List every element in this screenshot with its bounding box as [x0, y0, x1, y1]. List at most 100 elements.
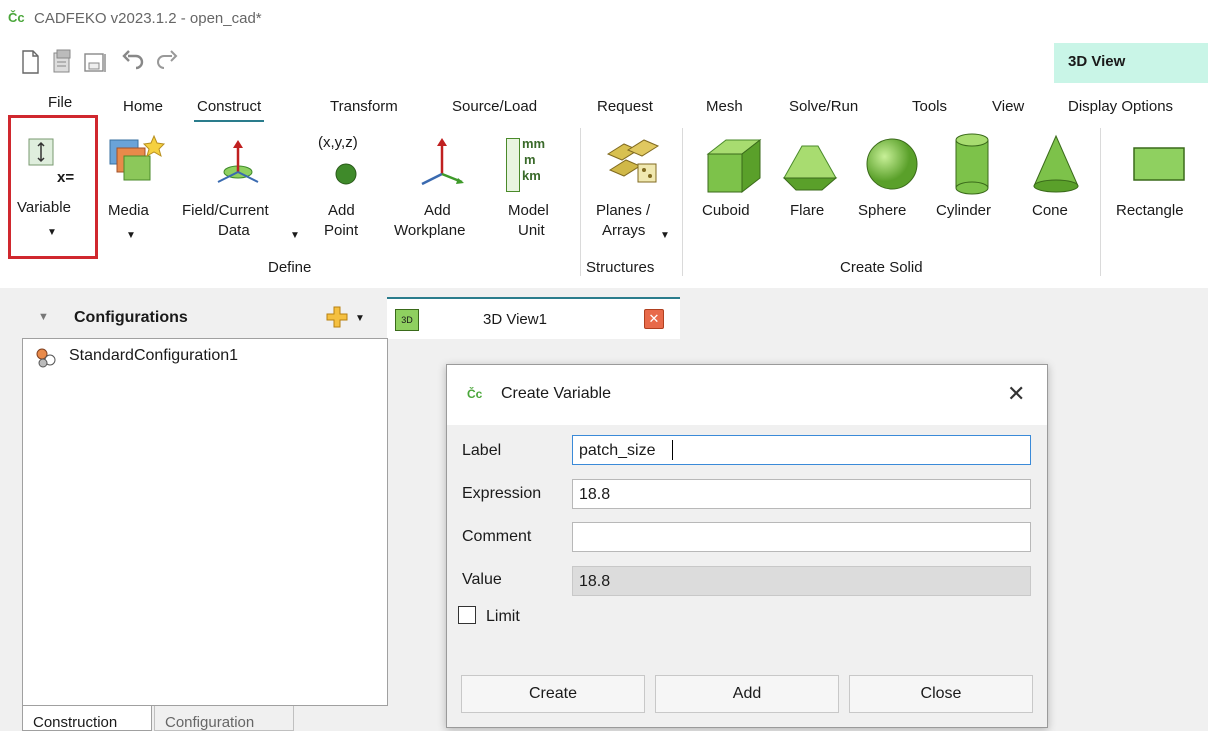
tab-file[interactable]: File — [48, 94, 72, 111]
add-point-xyz-text: (x,y,z) — [318, 134, 358, 151]
add-point-label-1: Add — [328, 202, 355, 219]
media-dropdown-arrow-icon[interactable]: ▼ — [126, 230, 136, 241]
cylinder-label: Cylinder — [936, 202, 992, 219]
tab-solve-run[interactable]: Solve/Run — [789, 98, 858, 115]
cylinder-button[interactable]: Cylinder — [932, 130, 1012, 230]
field-current-label-2: Data — [218, 222, 250, 239]
undo-icon[interactable] — [120, 48, 148, 76]
add-config-dropdown-icon[interactable]: ▼ — [355, 313, 365, 324]
field-current-data-button[interactable]: Field/Current Data ▼ — [178, 130, 302, 250]
model-unit-label-2: Unit — [518, 222, 545, 239]
add-configuration-icon[interactable] — [326, 306, 348, 328]
comment-input[interactable] — [572, 522, 1031, 552]
configuration-icon — [36, 348, 56, 368]
variable-dropdown-arrow-icon[interactable]: ▼ — [47, 227, 57, 238]
field-current-dropdown-arrow-icon[interactable]: ▼ — [290, 230, 300, 241]
value-readonly-field: 18.8 — [572, 566, 1031, 596]
variable-icon — [28, 138, 54, 166]
new-file-icon[interactable] — [16, 48, 44, 76]
rectangle-label: Rectangle — [1116, 202, 1184, 219]
variable-x-glyph: x= — [57, 169, 75, 186]
tab-source-load[interactable]: Source/Load — [452, 98, 537, 115]
cylinder-icon — [955, 133, 989, 195]
unit-mm-text: mm — [522, 136, 546, 151]
cone-label: Cone — [1032, 202, 1068, 219]
ribbon-separator — [580, 128, 581, 276]
tab-construction[interactable]: Construction — [22, 706, 152, 731]
flare-label: Flare — [790, 202, 825, 219]
tab-transform[interactable]: Transform — [330, 98, 398, 115]
tree-item-standardconfiguration1[interactable]: StandardConfiguration1 — [69, 347, 238, 365]
redo-icon[interactable] — [152, 48, 180, 76]
text-cursor — [672, 440, 673, 460]
planes-arrays-icon — [606, 139, 660, 183]
rectangle-button[interactable]: Rectangle — [1114, 130, 1208, 230]
expression-input[interactable]: 18.8 — [572, 479, 1031, 509]
window-title: CADFEKO v2023.1.2 - open_cad* — [34, 10, 262, 27]
unit-m-text: m — [524, 152, 536, 167]
planes-arrays-button[interactable]: Planes / Arrays ▼ — [592, 130, 672, 250]
app-logo-icon: Čc — [8, 10, 25, 25]
tab-tools[interactable]: Tools — [912, 98, 947, 115]
add-workplane-label-1: Add — [424, 202, 451, 219]
cuboid-icon — [706, 138, 762, 194]
configurations-tree: StandardConfiguration1 — [22, 338, 388, 706]
cone-button[interactable]: Cone — [1024, 130, 1090, 230]
save-icon[interactable] — [80, 48, 108, 76]
comment-field-label: Comment — [462, 528, 532, 545]
field-current-icon — [217, 140, 259, 183]
flare-button[interactable]: Flare — [776, 130, 844, 230]
add-point-label-2: Point — [324, 222, 359, 239]
point-icon — [335, 163, 357, 185]
expression-field-label: Expression — [462, 485, 542, 502]
dialog-titlebar: Čc Create Variable ✕ — [447, 365, 1047, 425]
sphere-button[interactable]: Sphere — [854, 130, 928, 230]
group-label-define: Define — [268, 259, 312, 276]
media-button[interactable]: Media ▼ — [104, 130, 168, 250]
cuboid-label: Cuboid — [702, 202, 750, 219]
ruler-icon — [506, 138, 520, 192]
close-button[interactable]: Close — [849, 675, 1033, 713]
tab-home[interactable]: Home — [123, 98, 163, 115]
model-unit-button[interactable]: mm m km Model Unit — [500, 130, 570, 250]
tab-mesh[interactable]: Mesh — [706, 98, 743, 115]
dialog-close-icon[interactable]: ✕ — [1007, 381, 1025, 407]
cuboid-button[interactable]: Cuboid — [696, 130, 772, 230]
flare-icon — [782, 145, 838, 191]
dialog-logo-icon: Čc — [467, 387, 483, 401]
tab-construction-label: Construction — [33, 714, 118, 731]
tab-view[interactable]: View — [992, 98, 1024, 115]
workplane-axes-icon — [421, 138, 464, 186]
close-tab-icon[interactable]: ✕ — [644, 309, 664, 329]
limit-checkbox[interactable] — [458, 606, 476, 624]
label-input[interactable]: patch_size — [572, 435, 1031, 465]
tab-3d-view1[interactable]: 3D 3D View1 ✕ — [387, 297, 680, 339]
media-label: Media — [108, 202, 149, 219]
label-field-label: Label — [462, 442, 502, 459]
tab-construct[interactable]: Construct — [194, 98, 265, 122]
contextual-tab-3d-view[interactable]: 3D View — [1054, 43, 1208, 83]
add-button[interactable]: Add — [655, 675, 839, 713]
media-icon — [109, 134, 166, 181]
add-workplane-button[interactable]: Add Workplane — [392, 130, 492, 250]
tab-configuration[interactable]: Configuration — [154, 706, 294, 731]
rectangle-icon — [1133, 147, 1185, 181]
planes-label-2: Arrays — [602, 222, 646, 239]
planes-dropdown-arrow-icon[interactable]: ▼ — [660, 230, 670, 241]
add-workplane-label-2: Workplane — [394, 222, 466, 239]
3d-view-icon: 3D — [395, 309, 419, 331]
create-button[interactable]: Create — [461, 675, 645, 713]
collapse-arrow-icon[interactable]: ▼ — [38, 311, 49, 323]
open-file-icon[interactable] — [48, 48, 76, 76]
quick-access-toolbar — [0, 36, 1208, 88]
tab-request[interactable]: Request — [597, 98, 653, 115]
add-point-button[interactable]: (x,y,z) Add Point — [314, 130, 382, 250]
planes-label-1: Planes / — [596, 202, 651, 219]
limit-label: Limit — [486, 608, 520, 625]
3d-view-tab-label: 3D View1 — [483, 311, 547, 328]
tab-display-options[interactable]: Display Options — [1068, 98, 1173, 115]
group-label-create-solid: Create Solid — [840, 259, 923, 276]
tab-configuration-label: Configuration — [165, 714, 255, 731]
variable-label: Variable — [17, 199, 71, 216]
variable-button[interactable]: x= Variable ▼ — [17, 127, 93, 255]
